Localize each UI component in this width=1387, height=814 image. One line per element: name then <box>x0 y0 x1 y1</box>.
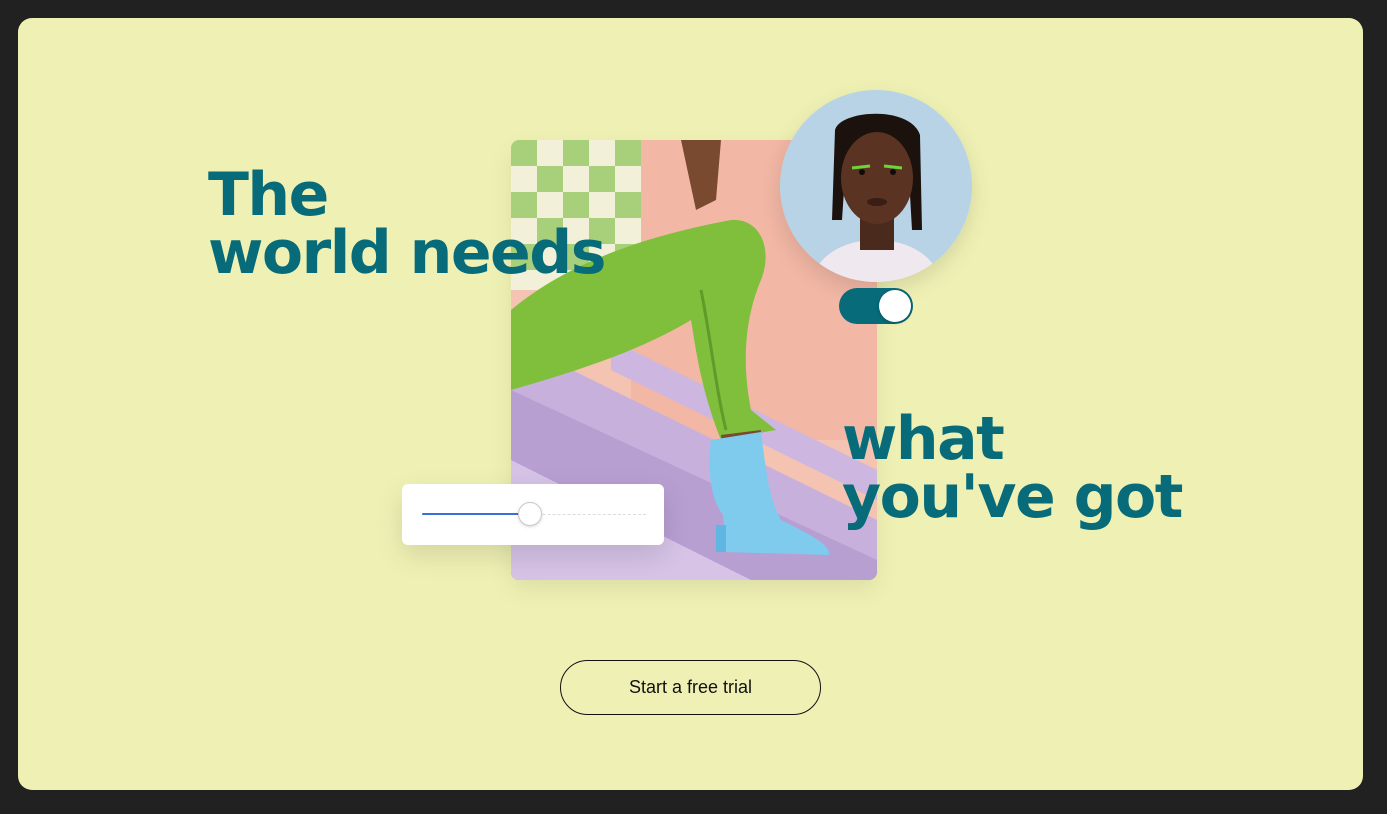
slider-fill <box>422 513 530 515</box>
headline-bottom-line-1: what <box>842 404 1005 474</box>
start-free-trial-button[interactable]: Start a free trial <box>560 660 821 715</box>
range-slider-card <box>402 484 664 545</box>
hero-card: The world needs what you've got Start a … <box>18 18 1363 790</box>
headline-top: The world needs <box>208 160 606 288</box>
headline-bottom: what you've got <box>842 404 1183 532</box>
slider-thumb[interactable] <box>517 502 542 526</box>
headline-top-line-2: world needs <box>208 218 606 288</box>
headline-top-line-1: The <box>208 160 329 230</box>
headline-bottom-line-2: you've got <box>842 462 1183 532</box>
toggle-switch[interactable] <box>839 288 913 324</box>
portrait-avatar <box>780 90 972 282</box>
toggle-knob[interactable] <box>879 290 911 322</box>
